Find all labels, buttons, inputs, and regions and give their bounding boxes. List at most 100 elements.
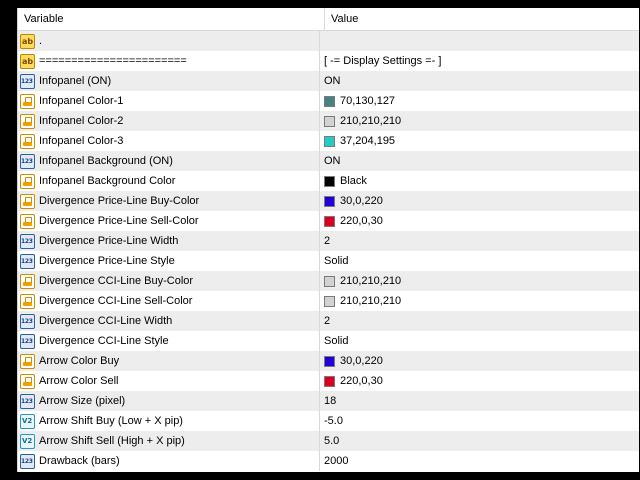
variable-name: Arrow Shift Buy (Low + X pip) — [39, 415, 183, 427]
inputs-grid: Variable Value . ======================= [… — [17, 8, 639, 472]
variable-cell: Divergence CCI-Line Buy-Color — [18, 271, 320, 291]
color-type-icon — [20, 213, 35, 229]
variable-cell: Divergence Price-Line Sell-Color — [18, 211, 320, 231]
variable-cell: Divergence Price-Line Width — [18, 231, 320, 251]
color-type-icon — [20, 353, 35, 369]
table-row[interactable]: Infopanel Background Color Black — [18, 171, 639, 191]
variable-cell: Arrow Size (pixel) — [18, 391, 320, 411]
double-type-icon — [20, 413, 35, 429]
variable-cell: Infopanel Color-2 — [18, 111, 320, 131]
color-swatch[interactable] — [324, 215, 335, 227]
table-row[interactable]: Arrow Shift Sell (High + X pip) 5.0 — [18, 431, 639, 451]
grid-rows: . ======================= [ -= Display Set… — [18, 31, 639, 471]
table-row[interactable]: ======================= [ -= Display Sett… — [18, 51, 639, 71]
table-row[interactable]: Divergence Price-Line Buy-Color 30,0,220 — [18, 191, 639, 211]
value-cell[interactable]: 70,130,127 — [320, 91, 639, 111]
integer-type-icon — [20, 153, 35, 169]
value-cell[interactable]: 30,0,220 — [320, 191, 639, 211]
value-cell[interactable]: Solid — [320, 331, 639, 351]
value-cell[interactable]: -5.0 — [320, 411, 639, 431]
color-swatch[interactable] — [324, 135, 335, 147]
variable-name: Infopanel Color-3 — [39, 135, 124, 147]
variable-name: Divergence CCI-Line Style — [39, 335, 169, 347]
color-swatch[interactable] — [324, 275, 335, 287]
table-row[interactable]: Infopanel Background (ON) ON — [18, 151, 639, 171]
variable-name: ======================= — [39, 55, 187, 67]
value-cell[interactable] — [320, 31, 639, 51]
value-text: 220,0,30 — [340, 215, 383, 227]
color-swatch[interactable] — [324, 195, 335, 207]
column-header-value[interactable]: Value — [325, 8, 639, 30]
table-row[interactable]: Divergence CCI-Line Width 2 — [18, 311, 639, 331]
value-cell[interactable]: [ -= Display Settings =- ] — [320, 51, 639, 71]
table-row[interactable]: Infopanel Color-1 70,130,127 — [18, 91, 639, 111]
table-row[interactable]: Arrow Shift Buy (Low + X pip) -5.0 — [18, 411, 639, 431]
table-row[interactable]: Arrow Size (pixel) 18 — [18, 391, 639, 411]
color-swatch[interactable] — [324, 115, 335, 127]
value-text: 2 — [324, 315, 331, 327]
value-cell[interactable]: 2 — [320, 311, 639, 331]
value-cell[interactable]: 2 — [320, 231, 639, 251]
value-cell[interactable]: 220,0,30 — [320, 371, 639, 391]
table-row[interactable]: . — [18, 31, 639, 51]
integer-type-icon — [20, 453, 35, 469]
variable-cell: Infopanel (ON) — [18, 71, 320, 91]
value-cell[interactable]: 2000 — [320, 451, 639, 471]
value-cell[interactable]: 220,0,30 — [320, 211, 639, 231]
value-text: [ -= Display Settings =- ] — [324, 55, 442, 67]
table-row[interactable]: Infopanel Color-2 210,210,210 — [18, 111, 639, 131]
color-swatch[interactable] — [324, 295, 335, 307]
variable-name: Arrow Size (pixel) — [39, 395, 126, 407]
variable-cell: Divergence Price-Line Style — [18, 251, 320, 271]
value-cell[interactable]: ON — [320, 71, 639, 91]
variable-cell: Arrow Color Buy — [18, 351, 320, 371]
table-row[interactable]: Divergence CCI-Line Sell-Color 210,210,21… — [18, 291, 639, 311]
value-cell[interactable]: 30,0,220 — [320, 351, 639, 371]
value-cell[interactable]: 210,210,210 — [320, 111, 639, 131]
color-swatch[interactable] — [324, 355, 335, 367]
value-text: 2000 — [324, 455, 349, 467]
variable-cell: Infopanel Color-1 — [18, 91, 320, 111]
value-cell[interactable]: 210,210,210 — [320, 271, 639, 291]
table-row[interactable]: Divergence Price-Line Sell-Color 220,0,30 — [18, 211, 639, 231]
string-type-icon — [20, 53, 35, 69]
value-cell[interactable]: Solid — [320, 251, 639, 271]
value-text: 210,210,210 — [340, 295, 402, 307]
value-text: Solid — [324, 255, 349, 267]
variable-cell: Infopanel Background Color — [18, 171, 320, 191]
variable-name: Divergence Price-Line Sell-Color — [39, 215, 199, 227]
table-row[interactable]: Divergence Price-Line Style Solid — [18, 251, 639, 271]
value-text: 18 — [324, 395, 337, 407]
variable-name: Arrow Shift Sell (High + X pip) — [39, 435, 185, 447]
table-row[interactable]: Arrow Color Sell 220,0,30 — [18, 371, 639, 391]
value-cell[interactable]: Black — [320, 171, 639, 191]
double-type-icon — [20, 433, 35, 449]
color-swatch[interactable] — [324, 375, 335, 387]
value-cell[interactable]: ON — [320, 151, 639, 171]
table-row[interactable]: Infopanel (ON) ON — [18, 71, 639, 91]
color-type-icon — [20, 373, 35, 389]
value-text: 220,0,30 — [340, 375, 383, 387]
table-row[interactable]: Divergence Price-Line Width 2 — [18, 231, 639, 251]
table-row[interactable]: Infopanel Color-3 37,204,195 — [18, 131, 639, 151]
color-swatch[interactable] — [324, 175, 335, 187]
value-text: 30,0,220 — [340, 355, 383, 367]
table-row[interactable]: Arrow Color Buy 30,0,220 — [18, 351, 639, 371]
value-cell[interactable]: 5.0 — [320, 431, 639, 451]
table-row[interactable]: Divergence CCI-Line Style Solid — [18, 331, 639, 351]
table-row[interactable]: Drawback (bars) 2000 — [18, 451, 639, 471]
integer-type-icon — [20, 73, 35, 89]
variable-cell: Arrow Color Sell — [18, 371, 320, 391]
variable-cell: Divergence CCI-Line Sell-Color — [18, 291, 320, 311]
table-row[interactable]: Divergence CCI-Line Buy-Color 210,210,210 — [18, 271, 639, 291]
value-cell[interactable]: 37,204,195 — [320, 131, 639, 151]
value-cell[interactable]: 18 — [320, 391, 639, 411]
value-cell[interactable]: 210,210,210 — [320, 291, 639, 311]
variable-cell: Infopanel Color-3 — [18, 131, 320, 151]
color-swatch[interactable] — [324, 95, 335, 107]
value-text: Solid — [324, 335, 349, 347]
value-text: 70,130,127 — [340, 95, 396, 107]
color-type-icon — [20, 113, 35, 129]
variable-cell: . — [18, 31, 320, 51]
column-header-variable[interactable]: Variable — [18, 8, 325, 30]
